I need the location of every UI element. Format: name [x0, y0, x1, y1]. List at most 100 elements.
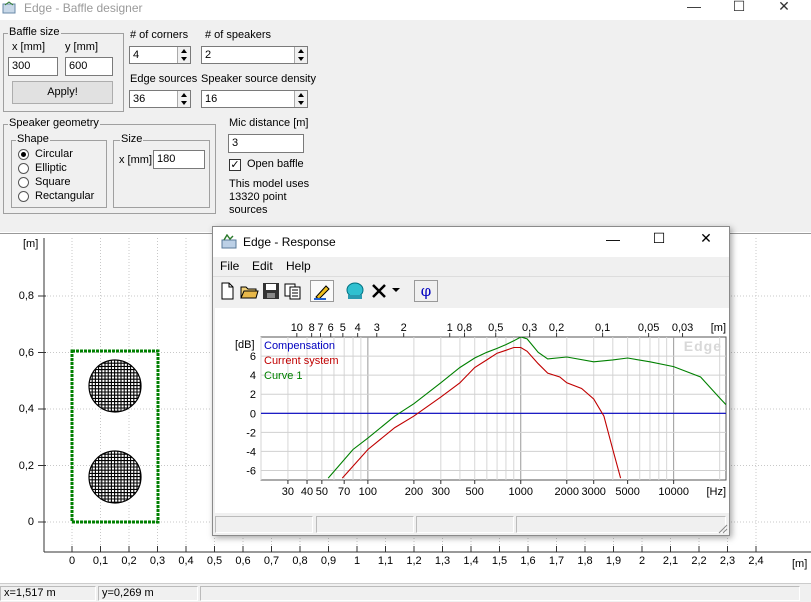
x-axis-unit: [Hz]: [706, 486, 726, 498]
response-maximize-button[interactable]: ☐: [647, 230, 671, 247]
x-tick-label: 3000: [581, 486, 605, 498]
mic-distance-input[interactable]: 3: [228, 134, 304, 153]
baffle-y-input[interactable]: 600: [65, 57, 113, 76]
phase-icon[interactable]: φ: [414, 280, 438, 302]
save-icon[interactable]: [260, 280, 282, 302]
shape-square-radio[interactable]: [18, 177, 29, 188]
spin-arrows-icon[interactable]: [294, 47, 307, 63]
baffle-x-tick-label: 2,4: [748, 555, 764, 567]
menu-edit[interactable]: Edit: [252, 257, 273, 275]
spin-arrows-icon[interactable]: [177, 91, 190, 107]
menu-help[interactable]: Help: [286, 257, 311, 275]
speaker-icon[interactable]: [344, 280, 366, 302]
open-folder-icon[interactable]: [238, 280, 260, 302]
maximize-button[interactable]: ☐: [716, 0, 762, 17]
speakers-label: # of speakers: [205, 29, 272, 41]
shape-circular-radio[interactable]: [18, 149, 29, 160]
top-axis-label: 0,5: [488, 322, 503, 334]
baffle-x-tick-label: 1: [353, 555, 361, 567]
baffle-y-unit: [m]: [23, 238, 39, 250]
baffle-x-tick-label: 0,2: [121, 555, 137, 567]
app-icon: [2, 1, 16, 14]
model-info-line-2: 13320 point: [229, 191, 287, 203]
baffle-y-tick-label: 0,6: [18, 346, 34, 359]
response-menu-bar: File Edit Help: [213, 257, 729, 277]
corners-value: 4: [133, 49, 140, 61]
baffle-x-tick-label: 0,1: [92, 555, 109, 567]
response-chart-svg: 6420-2-4-630 40 50 70 100 200 300 500 1000 2000 30…: [235, 322, 727, 498]
baffle-x-tick-label: 2,3: [719, 555, 736, 567]
spin-arrows-icon[interactable]: [177, 47, 190, 63]
baffle-y-tick-label: 0,4: [18, 403, 34, 415]
close-button[interactable]: ✕: [761, 0, 807, 17]
corners-label: # of corners: [130, 29, 189, 41]
legend-entry-3[interactable]: Curve 1: [264, 370, 303, 382]
baffle-x-label: x [mm]: [12, 41, 45, 53]
menu-file[interactable]: File: [220, 257, 239, 275]
baffle-x-tick-label: 2,2: [691, 555, 707, 567]
y-axis-unit: [dB]: [235, 339, 255, 351]
open-baffle-checkbox[interactable]: ✓: [229, 159, 241, 171]
speaker-meshes: [88, 359, 142, 504]
baffle-x-tick-label: 1,1: [377, 555, 394, 567]
dropdown-arrow-icon[interactable]: [392, 286, 400, 294]
speaker-density-spinner[interactable]: 16: [201, 90, 308, 108]
copy-icon[interactable]: [282, 280, 304, 302]
x-tick-label: 100: [359, 486, 377, 498]
y-tick-label: -4: [246, 446, 256, 458]
spin-arrows-icon[interactable]: [294, 91, 307, 107]
open-baffle-label[interactable]: Open baffle: [247, 158, 304, 170]
response-status-3: [416, 516, 514, 533]
x-tick-label: 2000: [555, 486, 579, 498]
shape-circular-label[interactable]: Circular: [35, 148, 73, 160]
response-chart-panel[interactable]: 6 4 2 0 -2 -4 -6 30 40 50 70 100 200 300 500 1000 2000 30…: [215, 308, 729, 513]
shape-elliptic-label[interactable]: Elliptic: [35, 162, 67, 174]
x-tick-label: 500: [466, 486, 484, 498]
response-status-1: [215, 516, 313, 533]
baffle-x-tick-label: 1,3: [434, 555, 451, 567]
x-tick-label: 10000: [658, 486, 689, 498]
response-app-icon: [221, 234, 237, 249]
shape-rectangular-label[interactable]: Rectangular: [35, 190, 94, 202]
baffle-x-tick-label: 0,5: [206, 555, 223, 567]
baffle-x-tick-label: 0,3: [149, 555, 166, 567]
top-axis-label: 2: [401, 322, 407, 334]
response-minimize-button[interactable]: —: [601, 231, 625, 247]
edge-sources-value: 36: [133, 93, 146, 105]
apply-button[interactable]: Apply!: [12, 81, 113, 104]
speakers-spinner[interactable]: 2: [201, 46, 308, 64]
title-bar: Edge - Baffle designer — ☐ ✕: [0, 0, 811, 20]
legend-entry-1[interactable]: Compensation: [264, 340, 335, 352]
baffle-y-label: y [mm]: [65, 41, 98, 53]
resize-grip-icon[interactable]: [716, 522, 728, 534]
pencil-button[interactable]: [310, 280, 334, 302]
legend-entry-2[interactable]: Current system: [264, 355, 339, 367]
x-tick-label: 70: [338, 486, 350, 498]
y-tick-label: 2: [250, 389, 256, 401]
baffle-y-tick-label: 0,2: [18, 459, 34, 472]
corners-spinner[interactable]: 4: [129, 46, 191, 64]
shape-elliptic-radio[interactable]: [18, 163, 29, 174]
response-close-button[interactable]: ✕: [694, 230, 718, 247]
minimize-button[interactable]: —: [671, 0, 717, 17]
baffle-x-tick-label: 0,4: [178, 555, 194, 567]
x-tick-label: 300: [432, 486, 450, 498]
shape-rectangular-radio[interactable]: [18, 191, 29, 202]
baffle-x-input[interactable]: 300: [8, 57, 58, 76]
response-window[interactable]: Edge - Response — ☐ ✕ File Edit Help φ 6…: [212, 226, 730, 536]
shape-square-label[interactable]: Square: [35, 176, 70, 188]
x-tick-label: 50: [316, 486, 328, 498]
speakers-value: 2: [205, 49, 212, 61]
x-tick-label: 5000: [615, 486, 639, 498]
delete-icon[interactable]: [368, 280, 390, 302]
speaker-geometry-title: Speaker geometry: [8, 117, 100, 129]
baffle-x-tick-label: 0,7: [263, 555, 280, 567]
pencil-icon: [314, 285, 330, 300]
x-tick-label: 40: [301, 486, 313, 498]
y-tick-label: 0: [250, 408, 256, 420]
size-x-input[interactable]: 180: [153, 150, 205, 169]
new-file-icon[interactable]: [216, 280, 238, 302]
edge-sources-spinner[interactable]: 36: [129, 90, 191, 108]
top-axis-label: 6: [328, 322, 334, 334]
size-title: Size: [120, 133, 144, 145]
